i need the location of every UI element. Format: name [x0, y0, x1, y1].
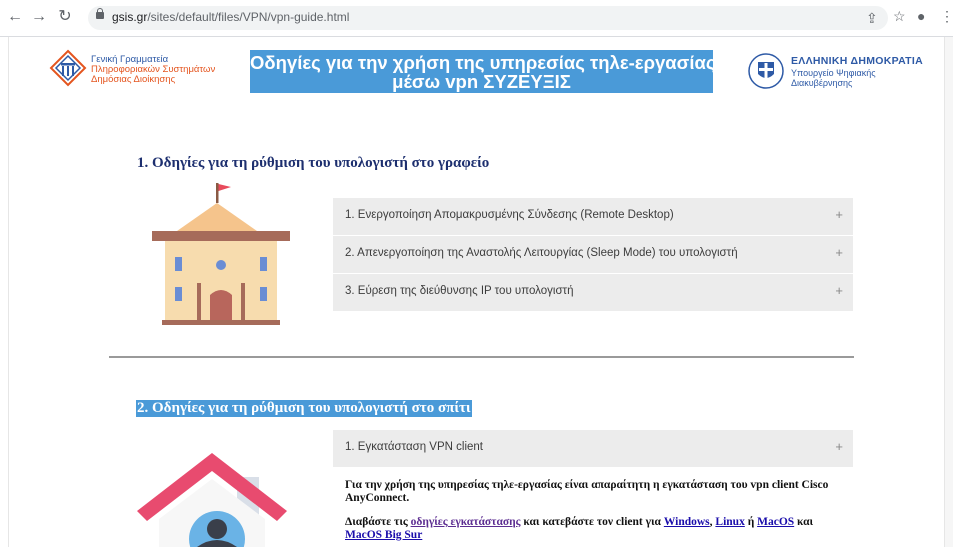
gsis-logo-mark-icon: [49, 49, 87, 87]
macos-bigsur-download-link[interactable]: MacOS Big Sur: [345, 529, 422, 541]
address-bar[interactable]: gsis.gr/sites/default/files/VPN/vpn-guid…: [88, 6, 888, 30]
macos-download-link[interactable]: MacOS: [757, 516, 794, 528]
installation-guide-link[interactable]: οδηγίες εγκατάστασης: [411, 516, 521, 528]
ministry-line-2: Υπουργείο Ψηφιακής: [791, 68, 876, 78]
share-icon[interactable]: ⇪: [866, 10, 878, 27]
home-icon: [137, 453, 287, 547]
accordion-item-ip-address[interactable]: 3. Εύρεση της διεύθυνσης IP του υπολογισ…: [333, 274, 853, 311]
ministry-logo-text: ΕΛΛΗΝΙΚΗ ΔΗΜΟΚΡΑΤΙΑ Υπουργείο Ψηφιακής Δ…: [791, 56, 923, 88]
expand-plus-icon[interactable]: +: [835, 283, 843, 298]
expand-plus-icon[interactable]: +: [835, 207, 843, 222]
banner-line-1: Οδηγίες για την χρήση της υπηρεσίας τηλε…: [250, 52, 716, 73]
download-instructions-paragraph: Διαβάστε τις οδηγίες εγκατάστασης και κα…: [345, 516, 855, 542]
profile-icon[interactable]: ●: [917, 8, 925, 24]
separator-text: και: [794, 516, 814, 528]
gsis-logo[interactable]: Γενική Γραμματεία Πληροφοριακών Συστημάτ…: [49, 49, 239, 91]
page-content: Γενική Γραμματεία Πληροφοριακών Συστημάτ…: [8, 37, 945, 547]
reload-icon[interactable]: ↻: [54, 6, 76, 28]
accordion-item-remote-desktop[interactable]: 1. Ενεργοποίηση Απομακρυσμένης Σύνδεσης …: [333, 198, 853, 235]
ministry-logo[interactable]: ΕΛΛΗΝΙΚΗ ΔΗΜΟΚΡΑΤΙΑ Υπουργείο Ψηφιακής Δ…: [747, 52, 942, 92]
url-text[interactable]: gsis.gr/sites/default/files/VPN/vpn-guid…: [112, 10, 349, 24]
page-scrollbar[interactable]: [945, 37, 953, 547]
vpn-intro-paragraph: Για την χρήση της υπηρεσίας τηλε-εργασία…: [345, 479, 829, 504]
download-text-prefix: Διαβάστε τις: [345, 516, 411, 528]
bookmark-star-icon[interactable]: ☆: [893, 8, 906, 25]
lock-icon[interactable]: [96, 8, 104, 19]
accordion-item-label: 2. Απενεργοποίηση της Αναστολής Λειτουργ…: [345, 247, 738, 259]
banner-line-2: μέσω vpn ΣΥΖΕΥΞΙΣ: [392, 71, 571, 92]
browser-toolbar: ← → ↻ gsis.gr/sites/default/files/VPN/vp…: [0, 0, 953, 37]
separator-text: ή: [744, 516, 758, 528]
ministry-line-1: ΕΛΛΗΝΙΚΗ ΔΗΜΟΚΡΑΤΙΑ: [791, 55, 923, 67]
page-title-banner: Οδηγίες για την χρήση της υπηρεσίας τηλε…: [250, 50, 716, 93]
section-2-title: 2. Οδηγίες για τη ρύθμιση του υπολογιστή…: [136, 400, 472, 417]
accordion-item-label: 1. Ενεργοποίηση Απομακρυσμένης Σύνδεσης …: [345, 209, 674, 221]
gsis-logo-text: Γενική Γραμματεία Πληροφοριακών Συστημάτ…: [91, 55, 215, 85]
windows-download-link[interactable]: Windows: [664, 516, 710, 528]
office-building-icon: [152, 183, 290, 325]
accordion-item-label: 3. Εύρεση της διεύθυνσης IP του υπολογισ…: [345, 285, 574, 297]
section-divider: [109, 356, 854, 358]
accordion-item-label: 1. Εγκατάσταση VPN client: [345, 441, 483, 453]
url-domain: gsis.gr: [112, 10, 148, 24]
back-icon[interactable]: ←: [4, 6, 26, 28]
url-path: /sites/default/files/VPN/vpn-guide.html: [147, 10, 350, 24]
accordion-item-vpn-client[interactable]: 1. Εγκατάσταση VPN client +: [333, 430, 853, 467]
ministry-line-3: Διακυβέρνησης: [791, 78, 853, 88]
expand-plus-icon[interactable]: +: [835, 245, 843, 260]
menu-kebab-icon[interactable]: ⋮: [940, 8, 953, 25]
logo-line-3: Δημόσιας Διοίκησης: [91, 74, 176, 85]
section-1-title: 1. Οδηγίες για τη ρύθμιση του υπολογιστή…: [137, 155, 490, 171]
expand-plus-icon[interactable]: +: [835, 439, 843, 454]
greek-crest-icon: [748, 53, 784, 89]
forward-icon[interactable]: →: [28, 6, 50, 28]
download-text-middle: και κατεβάστε τον client για: [520, 516, 664, 528]
linux-download-link[interactable]: Linux: [715, 516, 744, 528]
accordion-item-sleep-mode[interactable]: 2. Απενεργοποίηση της Αναστολής Λειτουργ…: [333, 236, 853, 273]
